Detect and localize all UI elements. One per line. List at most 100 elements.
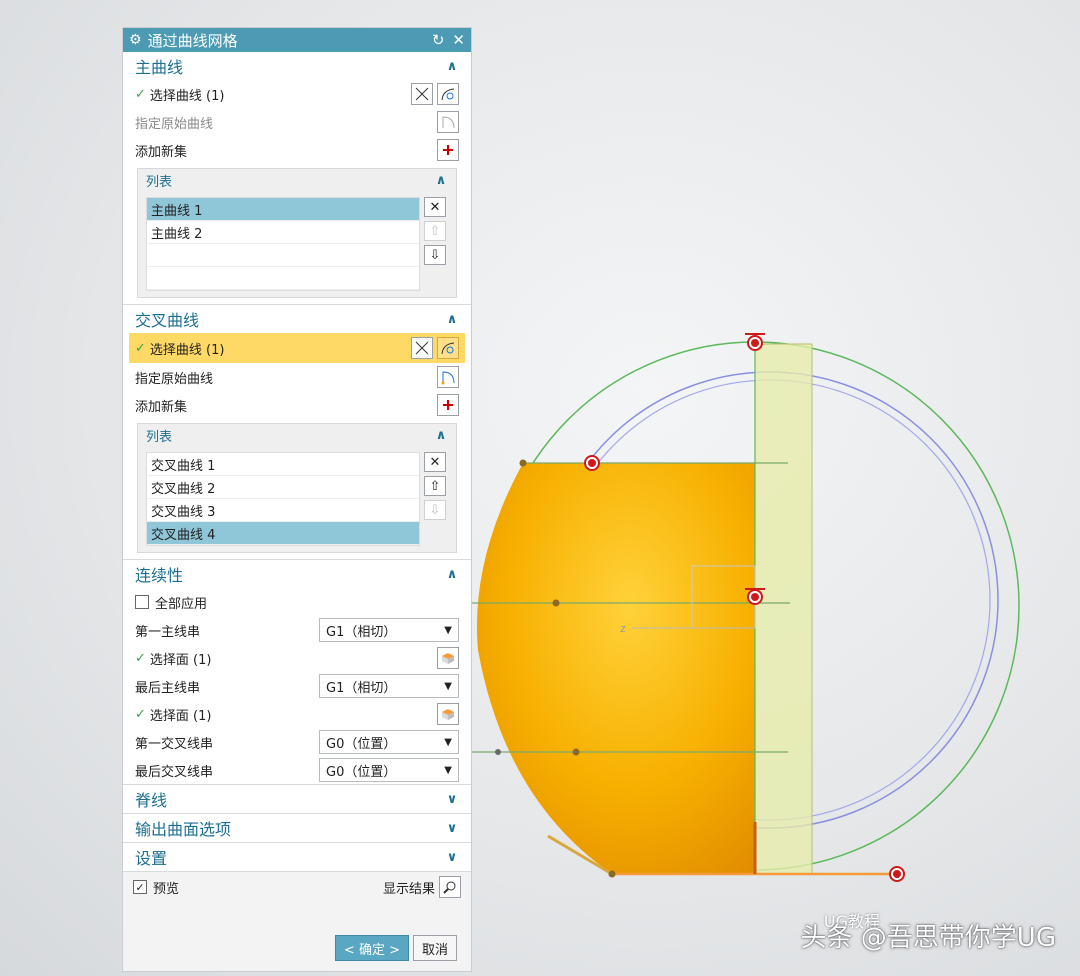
preview-row: ✓ 预览 显示结果 bbox=[123, 872, 471, 902]
dropdown-arrow-icon: ▼ bbox=[444, 624, 452, 636]
point-4 bbox=[608, 870, 616, 878]
apply-all-row[interactable]: 全部应用 bbox=[123, 588, 471, 616]
main-select-curve-row[interactable]: ✓ 选择曲线 (1) bbox=[123, 80, 471, 108]
point-5 bbox=[495, 749, 501, 755]
section-continuity: 连续性 ∧ 全部应用 第一主线串 G1（相切） ▼ ✓ 选择面 (1) 最后主线… bbox=[123, 560, 471, 785]
chevron-up-icon[interactable]: ∧ bbox=[445, 567, 459, 582]
list-item[interactable]: 交叉曲线 4 bbox=[147, 522, 419, 545]
cross-specify-origin-row[interactable]: 指定原始曲线 bbox=[123, 363, 471, 391]
reset-icon[interactable]: ↻ bbox=[432, 31, 445, 49]
generated-surface bbox=[476, 463, 755, 874]
list-item[interactable]: 交叉曲线 3 bbox=[147, 499, 419, 522]
move-down-icon[interactable]: ⇩ bbox=[424, 500, 446, 520]
main-curve-list: 主曲线 1 主曲线 2 bbox=[146, 197, 420, 291]
point-2 bbox=[552, 599, 560, 607]
check-icon: ✓ bbox=[135, 340, 146, 356]
settings-header[interactable]: 设置 ∨ bbox=[123, 843, 471, 871]
main-list-panel: 列表 ∧ 主曲线 1 主曲线 2 ✕ ⇧ ⇩ bbox=[137, 168, 457, 298]
continuity-header[interactable]: 连续性 ∧ bbox=[123, 560, 471, 588]
origin-curve-icon[interactable] bbox=[437, 111, 459, 133]
cross-list-panel: 列表 ∧ 交叉曲线 1 交叉曲线 2 交叉曲线 3 交叉曲线 4 ✕ ⇧ ⇩ bbox=[137, 423, 457, 553]
cross-curve-list: 交叉曲线 1 交叉曲线 2 交叉曲线 3 交叉曲线 4 bbox=[146, 452, 420, 546]
chevron-down-icon[interactable]: ∨ bbox=[445, 792, 459, 807]
main-specify-origin-row[interactable]: 指定原始曲线 bbox=[123, 108, 471, 136]
apply-all-checkbox[interactable] bbox=[135, 595, 149, 609]
point-3 bbox=[572, 748, 580, 756]
main-add-new-set-row[interactable]: 添加新集 bbox=[123, 136, 471, 164]
face-select-icon[interactable] bbox=[437, 647, 459, 669]
chevron-up-icon[interactable]: ∧ bbox=[434, 173, 448, 188]
chevron-down-icon[interactable]: ∨ bbox=[445, 850, 459, 865]
show-result-label: 显示结果 bbox=[382, 881, 435, 897]
add-set-icon[interactable] bbox=[437, 139, 459, 161]
cancel-button[interactable]: 取消 bbox=[412, 935, 457, 961]
last-cross-row: 最后交叉线串 G0（位置） ▼ bbox=[123, 756, 471, 784]
chevron-up-icon[interactable]: ∧ bbox=[445, 59, 459, 74]
translucent-plane bbox=[754, 343, 813, 875]
move-up-icon[interactable]: ⇧ bbox=[424, 476, 446, 496]
gear-icon: ⚙ bbox=[129, 32, 142, 48]
add-set-icon[interactable] bbox=[437, 394, 459, 416]
dropdown-arrow-icon: ▼ bbox=[444, 736, 452, 748]
list-item-empty bbox=[147, 267, 419, 290]
handle-bottom-right bbox=[889, 866, 905, 882]
section-spine: 脊线 ∨ bbox=[123, 785, 471, 814]
remove-icon[interactable]: ✕ bbox=[424, 197, 446, 217]
curve-select-icon[interactable] bbox=[437, 83, 459, 105]
face-select-icon[interactable] bbox=[437, 703, 459, 725]
list-item[interactable]: 主曲线 2 bbox=[147, 221, 419, 244]
dialog-titlebar: ⚙ 通过曲线网格 ↻ ✕ bbox=[123, 28, 471, 52]
dropdown-arrow-icon: ▼ bbox=[444, 764, 452, 776]
list-item-empty bbox=[147, 244, 419, 267]
preview-checkbox[interactable]: ✓ bbox=[133, 880, 147, 894]
handle-upper-left bbox=[584, 455, 600, 471]
list-item[interactable]: 主曲线 1 bbox=[147, 198, 419, 221]
check-icon: ✓ bbox=[135, 706, 146, 722]
select-face-1-row[interactable]: ✓ 选择面 (1) bbox=[123, 644, 471, 672]
section-output-options: 输出曲面选项 ∨ bbox=[123, 814, 471, 843]
output-options-header[interactable]: 输出曲面选项 ∨ bbox=[123, 814, 471, 842]
axis-label: z bbox=[620, 622, 626, 635]
remove-icon[interactable]: ✕ bbox=[424, 452, 446, 472]
section-settings: 设置 ∨ bbox=[123, 843, 471, 872]
first-primary-select[interactable]: G1（相切） ▼ bbox=[319, 618, 459, 642]
chevron-down-icon[interactable]: ∨ bbox=[445, 821, 459, 836]
magnifier-icon[interactable] bbox=[439, 876, 461, 898]
last-cross-select[interactable]: G0（位置） ▼ bbox=[319, 758, 459, 782]
close-icon[interactable]: ✕ bbox=[452, 31, 465, 49]
chevron-up-icon[interactable]: ∧ bbox=[434, 428, 448, 443]
deselect-icon[interactable] bbox=[411, 83, 433, 105]
list-item[interactable]: 交叉曲线 1 bbox=[147, 453, 419, 476]
main-curves-header[interactable]: 主曲线 ∧ bbox=[123, 52, 471, 80]
origin-curve-icon[interactable] bbox=[437, 366, 459, 388]
first-cross-select[interactable]: G0（位置） ▼ bbox=[319, 730, 459, 754]
main-list-header[interactable]: 列表 ∧ bbox=[138, 169, 456, 191]
dropdown-arrow-icon: ▼ bbox=[444, 680, 452, 692]
select-face-2-row[interactable]: ✓ 选择面 (1) bbox=[123, 700, 471, 728]
move-up-icon[interactable]: ⇧ bbox=[424, 221, 446, 241]
section-main-curves: 主曲线 ∧ ✓ 选择曲线 (1) 指定原始曲线 添加新集 列表 ∧ 主曲线 1 … bbox=[123, 52, 471, 305]
check-icon: ✓ bbox=[135, 650, 146, 666]
first-primary-row: 第一主线串 G1（相切） ▼ bbox=[123, 616, 471, 644]
list-item[interactable]: 交叉曲线 2 bbox=[147, 476, 419, 499]
preview-label: 预览 bbox=[153, 881, 180, 897]
last-primary-row: 最后主线串 G1（相切） ▼ bbox=[123, 672, 471, 700]
cross-curves-header[interactable]: 交叉曲线 ∧ bbox=[123, 305, 471, 333]
move-down-icon[interactable]: ⇩ bbox=[424, 245, 446, 265]
chevron-up-icon[interactable]: ∧ bbox=[445, 312, 459, 327]
cross-list-header[interactable]: 列表 ∧ bbox=[138, 424, 456, 446]
deselect-icon[interactable] bbox=[411, 337, 433, 359]
watermark-text: 头条 @吾思带你学UG bbox=[800, 923, 1056, 953]
check-icon: ✓ bbox=[135, 86, 146, 102]
point-1 bbox=[519, 459, 527, 467]
cross-select-curve-row[interactable]: ✓ 选择曲线 (1) bbox=[129, 333, 465, 363]
ok-button[interactable]: < 确定 > bbox=[334, 935, 409, 961]
spine-header[interactable]: 脊线 ∨ bbox=[123, 785, 471, 813]
first-cross-row: 第一交叉线串 G0（位置） ▼ bbox=[123, 728, 471, 756]
through-curve-mesh-dialog: ⚙ 通过曲线网格 ↻ ✕ 主曲线 ∧ ✓ 选择曲线 (1) 指定原始曲线 添加新… bbox=[122, 27, 472, 972]
cross-add-new-set-row[interactable]: 添加新集 bbox=[123, 391, 471, 419]
section-cross-curves: 交叉曲线 ∧ ✓ 选择曲线 (1) 指定原始曲线 添加新集 列表 ∧ 交叉曲线 … bbox=[123, 305, 471, 560]
curve-select-icon[interactable] bbox=[437, 337, 459, 359]
dialog-buttons: < 确定 > 取消 bbox=[123, 935, 471, 961]
last-primary-select[interactable]: G1（相切） ▼ bbox=[319, 674, 459, 698]
